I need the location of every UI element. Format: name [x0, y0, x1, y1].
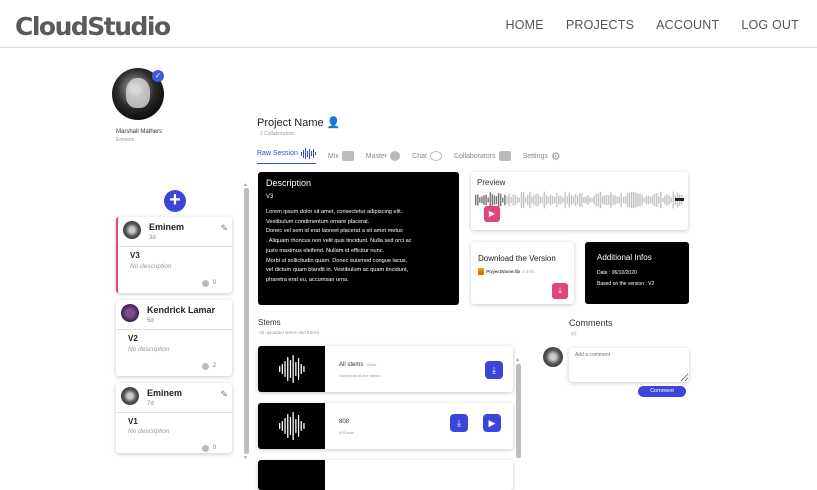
versions-scrollbar[interactable] — [244, 188, 249, 454]
download-card: Download the Version ProjectName.flp 2.4… — [471, 242, 574, 304]
edit-pencil-icon[interactable]: ✎ — [220, 223, 228, 234]
download-button[interactable]: ⤓ — [552, 283, 568, 299]
stem-row[interactable] — [258, 460, 513, 490]
version-card-header: Kendrick Lamar 5d — [116, 300, 232, 330]
version-description: No description — [128, 346, 170, 353]
stems-subtitle: All uploaded stems and tracks — [259, 330, 320, 335]
app-logo[interactable]: CloudStudio — [15, 12, 171, 41]
tab-chat[interactable]: Chat — [412, 151, 442, 161]
verified-check-icon: ✓ — [152, 70, 164, 82]
preview-waveform[interactable] — [475, 191, 685, 209]
play-button[interactable]: ▶ — [483, 414, 501, 432]
version-card[interactable]: Eminem 7d ✎ V1 No description 0 — [116, 383, 232, 453]
avatar — [123, 221, 141, 239]
mixer-icon — [341, 151, 354, 161]
stems-scrollbar[interactable] — [516, 364, 521, 458]
comment-bubble-icon — [202, 280, 209, 287]
comments-title: Comments — [569, 318, 613, 328]
file-info: ProjectName.flp 2.4mb — [478, 268, 535, 275]
stem-waveform-art — [258, 346, 325, 392]
version-description: No description — [130, 263, 172, 270]
description-body: Lorem ipsum dolor sit amet, consectetur … — [266, 209, 412, 283]
master-icon — [390, 151, 401, 161]
tab-collaborators[interactable]: Collaborators — [454, 151, 511, 161]
preview-title: Preview — [477, 178, 506, 187]
edit-pencil-icon[interactable]: ✎ — [220, 389, 228, 400]
version-artist: Eminem — [147, 388, 183, 398]
stem-name: 808 — [339, 419, 350, 425]
version-description: No description — [128, 428, 170, 435]
scroll-up-arrow-icon[interactable]: ▲ — [515, 357, 520, 363]
stem-waveform-art — [258, 460, 325, 490]
stem-row[interactable]: 808 808.wav ⤓ ▶ — [258, 403, 513, 449]
preview-card: Preview ▶ — [471, 172, 688, 230]
main-nav: HOME PROJECTS ACCOUNT LOG OUT — [484, 18, 799, 32]
additional-info-card: Additional Infos Date : 06/10/2020 Based… — [585, 242, 689, 304]
avatar — [543, 347, 563, 367]
version-artist: Eminem — [149, 222, 185, 232]
stems-title: Stems — [258, 318, 281, 327]
scroll-down-arrow-icon[interactable]: ▼ — [243, 455, 248, 461]
description-version: V3 — [266, 194, 274, 200]
info-title: Additional Infos — [597, 253, 652, 262]
top-navbar: CloudStudio HOME PROJECTS ACCOUNT LOG OU… — [0, 0, 817, 48]
fl-studio-icon — [478, 268, 484, 275]
version-date: 5d — [147, 318, 154, 324]
version-card-header: Eminem 3d ✎ — [118, 217, 232, 247]
stem-row[interactable]: All stems 32mo Download all the stems ⤓ — [258, 346, 513, 392]
comment-count: 0 — [212, 445, 216, 451]
version-card-header: Eminem 7d ✎ — [116, 383, 232, 413]
chat-icon — [429, 151, 442, 161]
project-title: Project Name 👤 — [257, 117, 341, 129]
comment-count: 0 — [212, 280, 216, 286]
collaborators-count: 2 Collaborators — [260, 131, 294, 137]
nav-logout[interactable]: LOG OUT — [741, 18, 799, 32]
user-icon: 👤 — [326, 117, 341, 129]
version-label: V1 — [128, 417, 138, 426]
version-date: 7d — [147, 401, 154, 407]
version-label: V3 — [130, 251, 140, 260]
version-date: 3d — [149, 235, 156, 241]
profile-nickname: Eminem — [116, 137, 135, 143]
comment-count: 2 — [212, 363, 216, 369]
comment-bubble-icon — [202, 363, 209, 370]
download-button[interactable]: ⤓ — [450, 414, 468, 432]
avatar — [121, 387, 139, 405]
tab-raw-session[interactable]: Raw Session — [257, 148, 316, 164]
version-artist: Kendrick Lamar — [147, 305, 216, 315]
comment-bubble-icon — [202, 445, 209, 452]
collaborators-icon — [498, 151, 511, 161]
stem-waveform-art — [258, 403, 325, 449]
info-based-on: Based on the version : V2 — [597, 281, 655, 287]
version-card[interactable]: Eminem 3d ✎ V3 No description 0 — [116, 217, 232, 293]
profile-name: Marshall Mathers — [116, 129, 163, 135]
stem-name: All stems 32mo — [339, 362, 377, 368]
version-label: V2 — [128, 334, 138, 343]
add-version-button[interactable]: + — [164, 190, 186, 212]
waveform-icon — [300, 148, 316, 159]
tab-mix[interactable]: Mix — [328, 151, 354, 161]
nav-account[interactable]: ACCOUNT — [656, 18, 719, 32]
gear-icon: ⚙ — [550, 150, 561, 163]
download-title: Download the Version — [478, 254, 556, 263]
comment-button[interactable]: Comment — [638, 386, 686, 397]
version-card[interactable]: Kendrick Lamar 5d V2 No description 2 — [116, 300, 232, 376]
stem-sub: Download all the stems — [339, 373, 381, 378]
description-title: Description — [266, 178, 312, 188]
nav-home[interactable]: HOME — [506, 18, 544, 32]
avatar — [121, 304, 139, 322]
comment-input[interactable] — [569, 348, 689, 382]
description-card: Description V3 Lorem ipsum dolor sit ame… — [258, 172, 459, 305]
project-tabs: Raw Session Mix Master Chat Collaborator… — [257, 148, 573, 164]
info-details: Date : 06/10/2020 Based on the version :… — [597, 268, 654, 290]
comments-count: (0) — [571, 331, 577, 336]
play-button[interactable]: ▶ — [484, 206, 500, 222]
info-date: Date : 06/10/2020 — [597, 270, 637, 276]
download-button[interactable]: ⤓ — [485, 361, 503, 379]
tab-master[interactable]: Master — [366, 151, 401, 161]
stem-sub: 808.wav — [339, 430, 354, 435]
tab-settings[interactable]: Settings ⚙ — [523, 150, 561, 163]
nav-projects[interactable]: PROJECTS — [566, 18, 634, 32]
